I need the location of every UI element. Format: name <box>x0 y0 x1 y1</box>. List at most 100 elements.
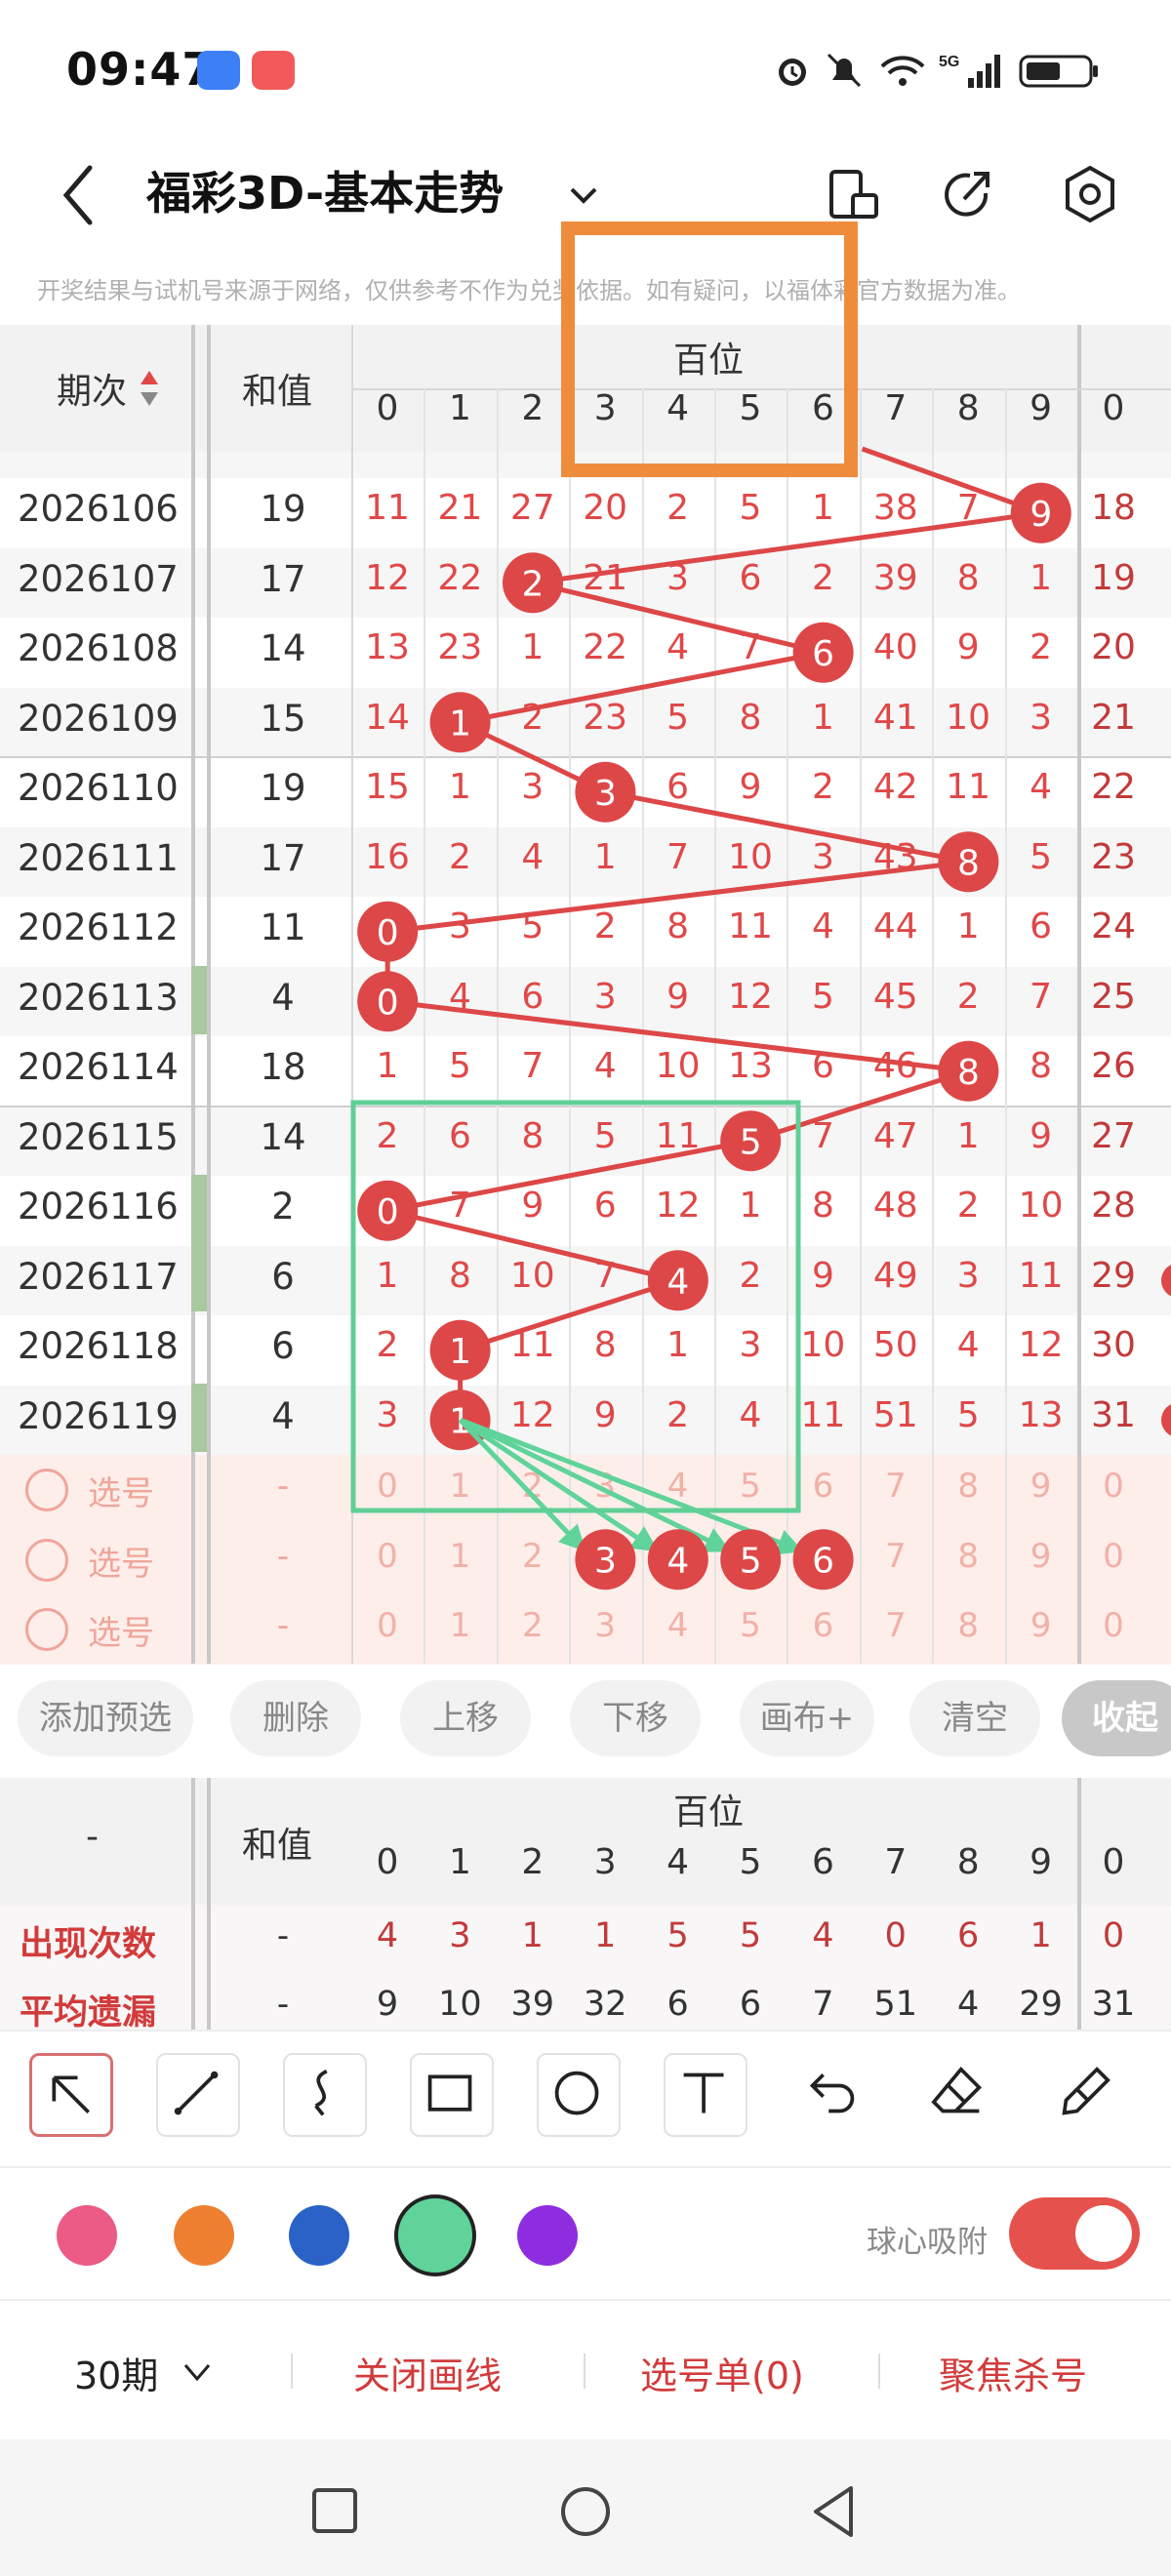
pick-list-button[interactable]: 选号单(0) <box>640 2346 804 2399</box>
pick-digit[interactable]: 0 <box>1077 1606 1150 1645</box>
grid-line <box>714 388 716 1664</box>
color-swatch[interactable] <box>57 2205 117 2266</box>
omission-cell: 7 <box>666 836 690 877</box>
action-button[interactable]: 上移 <box>400 1680 531 1756</box>
pick-digit[interactable]: 1 <box>424 1606 496 1645</box>
pick-digit[interactable]: 5 <box>714 1606 787 1645</box>
recents-square-icon[interactable] <box>310 2486 359 2535</box>
rectangle-tool[interactable] <box>410 2053 494 2137</box>
color-swatch[interactable] <box>517 2205 578 2266</box>
settings-gear-icon[interactable] <box>1056 160 1124 228</box>
pick-row[interactable]: 选号 -0 1 2 3 4 5 6 7 8 9 0 <box>0 1455 1171 1525</box>
color-swatch[interactable] <box>394 2194 476 2276</box>
pick-row[interactable]: 选号 -0 1 2 7 8 9 0 <box>0 1524 1171 1594</box>
pick-digit[interactable]: 7 <box>860 1467 932 1506</box>
col-period-header[interactable]: 期次 <box>57 363 127 414</box>
pick-digit[interactable]: 9 <box>1005 1537 1077 1576</box>
omission-cell: 49 <box>872 1255 918 1296</box>
back-arrow-icon[interactable] <box>51 158 105 232</box>
back-triangle-icon[interactable] <box>808 2482 859 2541</box>
pick-digit[interactable]: 8 <box>932 1606 1004 1645</box>
pick-digit[interactable]: 1 <box>424 1537 496 1576</box>
omission-cell: 13 <box>1018 1394 1064 1435</box>
period-count-select[interactable]: 30期 <box>74 2346 158 2399</box>
grid-line <box>496 388 499 1664</box>
omission-cell: 4 <box>593 1046 617 1086</box>
action-button[interactable]: 添加预选 <box>18 1680 193 1756</box>
divider <box>584 2354 586 2389</box>
pick-digit[interactable]: 1 <box>424 1467 496 1506</box>
action-button[interactable]: 收起 <box>1062 1680 1171 1756</box>
color-swatch[interactable] <box>289 2205 349 2266</box>
pick-digit[interactable]: 0 <box>351 1606 424 1645</box>
pick-digit[interactable]: 8 <box>932 1537 1004 1576</box>
select-circle[interactable] <box>25 1608 68 1651</box>
divider <box>351 388 1171 390</box>
pick-digit[interactable]: 4 <box>642 1467 714 1506</box>
pick-digit[interactable]: 7 <box>860 1537 932 1576</box>
pick-row[interactable]: 选号 -0 1 2 3 4 5 6 7 8 9 0 <box>0 1594 1171 1665</box>
eraser-tool[interactable] <box>919 2053 1003 2137</box>
home-circle-icon[interactable] <box>558 2484 613 2539</box>
digit-header: 6 <box>811 388 834 428</box>
omission-cell: 1 <box>739 1186 762 1226</box>
pick-digit[interactable]: 9 <box>1005 1606 1077 1645</box>
action-button[interactable]: 下移 <box>570 1680 701 1756</box>
color-swatch[interactable] <box>174 2205 234 2266</box>
select-circle[interactable] <box>25 1469 68 1511</box>
omission-cell: 6 <box>811 1046 834 1086</box>
pick-digit[interactable]: 2 <box>497 1537 569 1576</box>
action-button[interactable]: 清空 <box>909 1680 1040 1756</box>
ball-snap-toggle[interactable] <box>1009 2197 1140 2270</box>
undo-tool[interactable] <box>792 2053 876 2137</box>
pick-digit[interactable]: 0 <box>351 1467 424 1506</box>
pick-digit[interactable]: 9 <box>1005 1467 1077 1506</box>
pick-digit[interactable]: 6 <box>787 1467 859 1506</box>
period-cell: 2026112 <box>18 906 179 948</box>
pick-digit[interactable]: 2 <box>497 1467 569 1506</box>
line-tool[interactable] <box>156 2053 240 2137</box>
chevron-down-icon[interactable] <box>182 2361 213 2385</box>
pick-digit[interactable]: 7 <box>860 1606 932 1645</box>
digit-header: 0 <box>376 388 399 428</box>
toggle-knob <box>1075 2205 1132 2262</box>
share-icon[interactable] <box>935 160 1003 228</box>
pick-digit[interactable]: 3 <box>569 1467 641 1506</box>
select-arrow-tool[interactable] <box>29 2053 113 2137</box>
pick-digit[interactable]: 4 <box>642 1606 714 1645</box>
omission-cell: 45 <box>872 976 918 1017</box>
sort-icon[interactable] <box>139 369 160 408</box>
curve-tool[interactable] <box>283 2053 367 2137</box>
pick-digit[interactable]: 5 <box>714 1467 787 1506</box>
text-tool[interactable] <box>664 2053 747 2137</box>
pick-digit[interactable]: 3 <box>569 1606 641 1645</box>
pick-digit[interactable]: 0 <box>1077 1537 1150 1576</box>
omission-cell: 25 <box>1091 976 1136 1017</box>
pick-digit[interactable]: 6 <box>787 1606 859 1645</box>
pick-digit[interactable]: 8 <box>932 1467 1004 1506</box>
omission-cell: 27 <box>1091 1115 1136 1156</box>
chevron-down-icon[interactable] <box>564 176 603 215</box>
period-cell: 2026107 <box>18 557 179 600</box>
pick-digit[interactable]: 0 <box>351 1537 424 1576</box>
omission-cell: 19 <box>1091 557 1136 598</box>
circle-tool[interactable] <box>537 2053 621 2137</box>
omission-cell: 2 <box>956 1186 980 1226</box>
action-button[interactable]: 删除 <box>230 1680 361 1756</box>
omission-cell: 1 <box>666 1325 690 1365</box>
brush-tool[interactable] <box>1046 2053 1130 2137</box>
table-row: 2026113 4 4 6 3 9 12 5 45 2 7 25 <box>0 966 1171 1036</box>
stats-value: 7 <box>812 1985 834 2024</box>
pick-digit[interactable]: 2 <box>497 1606 569 1645</box>
close-lines-button[interactable]: 关闭画线 <box>353 2346 502 2399</box>
period-cell: 2026113 <box>18 976 179 1019</box>
table-row: 2026109 15 14 2 23 5 8 1 41 10 3 21 <box>0 687 1171 757</box>
pick-digit[interactable]: 0 <box>1077 1467 1150 1506</box>
omission-cell: 26 <box>1091 1046 1136 1086</box>
action-button[interactable]: 画布+ <box>740 1680 874 1756</box>
select-circle[interactable] <box>25 1538 68 1582</box>
omission-cell: 11 <box>728 906 773 946</box>
screen-rotate-icon[interactable] <box>818 160 886 228</box>
page-title: 福彩3D-基本走势 <box>146 167 505 220</box>
focus-kill-button[interactable]: 聚焦杀号 <box>939 2346 1087 2399</box>
